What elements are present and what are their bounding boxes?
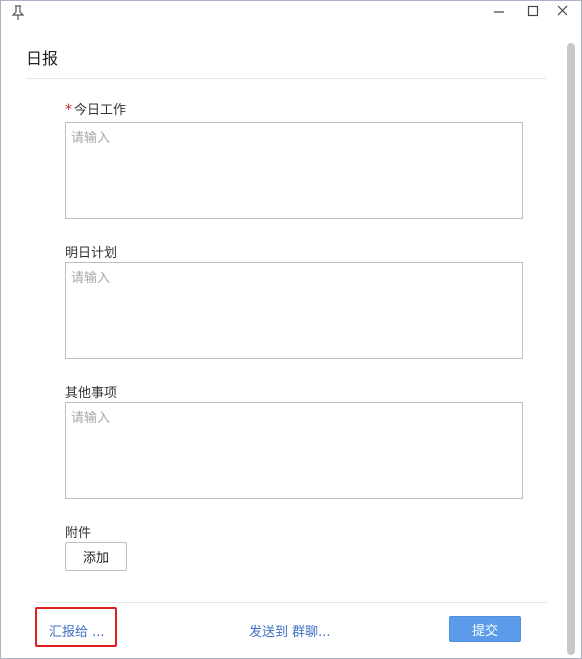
scrollbar-thumb[interactable]: [567, 43, 575, 655]
header-divider: [26, 78, 546, 79]
vertical-scrollbar[interactable]: [563, 23, 579, 655]
other-matters-input[interactable]: [65, 402, 523, 499]
minimize-icon[interactable]: [489, 3, 509, 19]
required-mark: *: [65, 102, 72, 118]
pin-icon[interactable]: [11, 5, 25, 21]
maximize-icon[interactable]: [523, 3, 543, 19]
today-work-label: * 今日工作: [65, 99, 126, 118]
submit-button[interactable]: 提交: [449, 616, 521, 642]
report-window: 日报 *今日工作 明日计划 其他事项 附件 添加 汇报给 ... 发送到 群聊.…: [0, 0, 582, 659]
tomorrow-plan-input[interactable]: [65, 262, 523, 359]
today-work-label-text: 今日工作: [74, 103, 127, 118]
report-to-link[interactable]: 汇报给 ...: [35, 607, 117, 647]
close-icon[interactable]: [553, 3, 573, 19]
attachment-label: 附件: [65, 526, 92, 541]
tomorrow-plan-label: 明日计划: [65, 246, 118, 261]
other-matters-label: 其他事项: [65, 386, 118, 401]
page-title: 日报: [26, 49, 59, 68]
add-attachment-button[interactable]: 添加: [65, 542, 127, 571]
today-work-input[interactable]: [65, 122, 523, 219]
report-to-label: 汇报给 ...: [49, 625, 105, 640]
footer-divider: [35, 602, 547, 603]
send-to-group-link[interactable]: 发送到 群聊...: [249, 621, 331, 640]
title-bar: [1, 1, 581, 23]
